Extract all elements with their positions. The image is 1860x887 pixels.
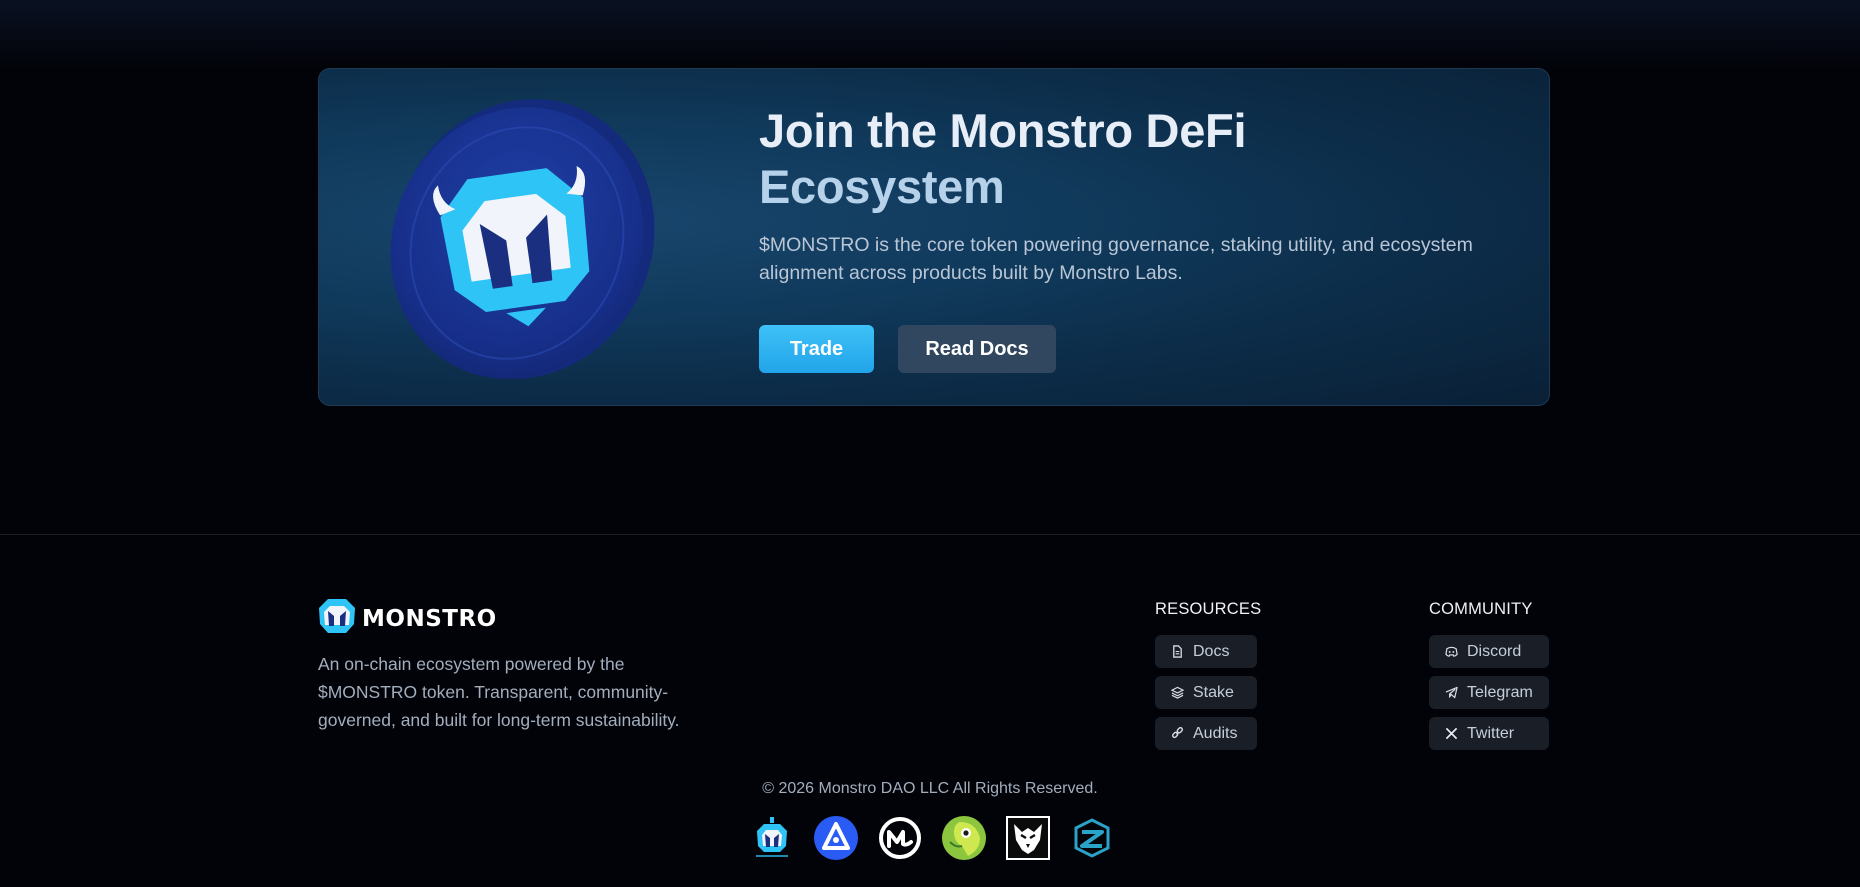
document-icon — [1173, 645, 1182, 658]
community-link-label: Telegram — [1467, 683, 1533, 701]
brand-name: MONSTRO — [362, 605, 497, 632]
hero-title-line2: Ecosystem — [759, 160, 1005, 213]
resources-link-label: Audits — [1193, 724, 1238, 742]
hero-card: Join the Monstro DeFi Ecosystem $MONSTRO… — [318, 68, 1550, 406]
resources-link-stake[interactable]: Stake — [1155, 676, 1257, 709]
hero-title: Join the Monstro DeFi Ecosystem — [759, 103, 1519, 215]
hero-buttons: Trade Read Docs — [759, 325, 1056, 373]
footer-divider — [0, 534, 1860, 535]
coinmarketcap-logo[interactable] — [878, 816, 922, 860]
telegram-icon — [1445, 686, 1458, 699]
hero-title-line1: Join the Monstro DeFi — [759, 104, 1247, 157]
brand-description: An on-chain ecosystem powered by the $MO… — [318, 654, 680, 730]
discord-icon — [1445, 646, 1458, 657]
footer-brand[interactable]: MONSTRO — [318, 598, 497, 639]
resources-link-label: Docs — [1193, 642, 1230, 660]
trade-button[interactable]: Trade — [759, 325, 874, 373]
resources-column: RESOURCES Docs Stake Audits — [1155, 600, 1261, 758]
community-column: COMMUNITY Discord Telegram Twitter — [1429, 600, 1549, 758]
read-docs-button[interactable]: Read Docs — [898, 325, 1056, 373]
community-link-label: Discord — [1467, 642, 1522, 660]
resources-link-audits[interactable]: Audits — [1155, 717, 1257, 750]
eagle-logo[interactable] — [1006, 816, 1050, 860]
community-title: COMMUNITY — [1429, 600, 1533, 618]
avalanche-alpha-logo[interactable] — [814, 816, 858, 860]
community-link-discord[interactable]: Discord — [1429, 635, 1549, 668]
resources-title: RESOURCES — [1155, 600, 1262, 618]
partner-logos — [750, 816, 1114, 860]
monstro-coin-icon — [379, 97, 659, 387]
monstro-logo-icon — [318, 598, 356, 639]
community-link-telegram[interactable]: Telegram — [1429, 676, 1549, 709]
resources-link-docs[interactable]: Docs — [1155, 635, 1257, 668]
zerion-logo[interactable] — [1070, 816, 1114, 860]
copyright: © 2026 Monstro DAO LLC All Rights Reserv… — [762, 780, 1098, 797]
community-link-twitter[interactable]: Twitter — [1429, 717, 1549, 750]
top-glow — [0, 0, 1860, 70]
coingecko-logo[interactable] — [942, 816, 986, 860]
hero-text: Join the Monstro DeFi Ecosystem $MONSTRO… — [759, 103, 1519, 287]
monstro-labs-logo[interactable] — [750, 816, 794, 860]
community-link-label: Twitter — [1467, 724, 1515, 742]
x-icon — [1445, 727, 1458, 740]
hero-description: $MONSTRO is the core token powering gove… — [759, 234, 1473, 284]
resources-link-label: Stake — [1193, 683, 1234, 701]
link-icon — [1171, 727, 1184, 739]
layers-icon — [1171, 686, 1184, 699]
